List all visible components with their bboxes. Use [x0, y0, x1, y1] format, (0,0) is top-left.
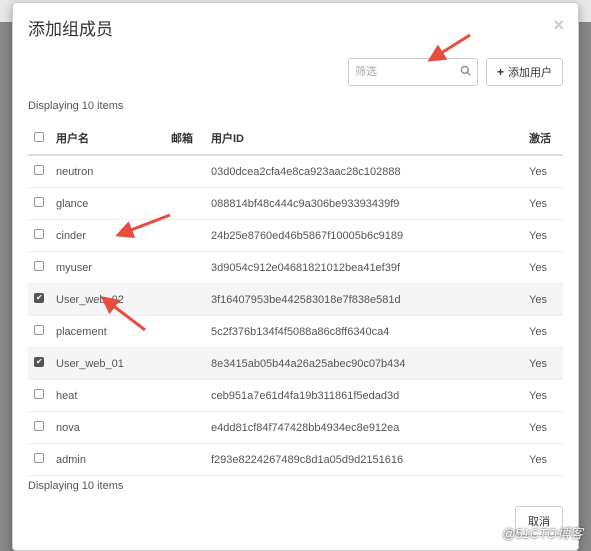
table-row[interactable]: nova e4dd81cf84f747428bb4934ec8e912eaYes: [28, 412, 563, 444]
add-members-modal: 添加组成员 × + 添加用户 Displaying 10 items 用户名 邮…: [12, 2, 579, 551]
cell-email: [165, 188, 205, 220]
cell-active: Yes: [523, 252, 563, 284]
row-checkbox[interactable]: [34, 421, 44, 431]
table-row[interactable]: placement 5c2f376b134f4f5088a86c8ff6340ca…: [28, 316, 563, 348]
cell-active: Yes: [523, 220, 563, 252]
cell-active: Yes: [523, 284, 563, 316]
close-icon[interactable]: ×: [553, 15, 564, 36]
row-checkbox[interactable]: [34, 357, 44, 367]
row-checkbox[interactable]: [34, 389, 44, 399]
header-email[interactable]: 邮箱: [165, 122, 205, 155]
row-checkbox[interactable]: [34, 293, 44, 303]
cell-username: admin: [50, 444, 165, 476]
cell-username: placement: [50, 316, 165, 348]
table-row[interactable]: User_web_01 8e3415ab05b44a26a25abec90c07b…: [28, 348, 563, 380]
watermark: @51CTO博客: [502, 523, 583, 542]
users-table: 用户名 邮箱 用户ID 激活 neutron 03d0dcea2cfa4e8ca9…: [28, 122, 563, 476]
header-active[interactable]: 激活: [523, 122, 563, 155]
cell-username: User_web_01: [50, 348, 165, 380]
search-icon[interactable]: [460, 65, 471, 79]
row-checkbox[interactable]: [34, 261, 44, 271]
cell-email: [165, 155, 205, 188]
cell-username: cinder: [50, 220, 165, 252]
cell-active: Yes: [523, 188, 563, 220]
cell-email: [165, 380, 205, 412]
cell-username: myuser: [50, 252, 165, 284]
header-username[interactable]: 用户名: [50, 122, 165, 155]
row-checkbox[interactable]: [34, 197, 44, 207]
cell-user-id: ceb951a7e61d4fa19b311861f5edad3d: [205, 380, 523, 412]
cell-email: [165, 252, 205, 284]
toolbar: + 添加用户: [13, 52, 578, 96]
table-row[interactable]: neutron 03d0dcea2cfa4e8ca923aac28c102888Y…: [28, 155, 563, 188]
table-row[interactable]: heat ceb951a7e61d4fa19b311861f5edad3dYes: [28, 380, 563, 412]
add-user-button[interactable]: + 添加用户: [486, 58, 563, 86]
cell-email: [165, 412, 205, 444]
cell-user-id: 5c2f376b134f4f5088a86c8ff6340ca4: [205, 316, 523, 348]
cell-user-id: f293e8224267489c8d1a05d9d2151616: [205, 444, 523, 476]
search-box[interactable]: [348, 58, 478, 86]
row-checkbox[interactable]: [34, 165, 44, 175]
table-row[interactable]: myuser 3d9054c912e04681821012bea41ef39fYe…: [28, 252, 563, 284]
cell-email: [165, 348, 205, 380]
cell-user-id: 3d9054c912e04681821012bea41ef39f: [205, 252, 523, 284]
cell-email: [165, 284, 205, 316]
modal-title: 添加组成员: [28, 15, 563, 40]
cell-user-id: 088814bf48c444c9a306be93393439f9: [205, 188, 523, 220]
row-checkbox[interactable]: [34, 325, 44, 335]
cell-active: Yes: [523, 348, 563, 380]
plus-icon: +: [497, 65, 504, 79]
item-count-bottom: Displaying 10 items: [13, 476, 578, 496]
table-header-row: 用户名 邮箱 用户ID 激活: [28, 122, 563, 155]
row-checkbox[interactable]: [34, 229, 44, 239]
cell-email: [165, 316, 205, 348]
modal-header: 添加组成员 ×: [13, 3, 578, 52]
cell-active: Yes: [523, 412, 563, 444]
table-row[interactable]: glance 088814bf48c444c9a306be93393439f9Ye…: [28, 188, 563, 220]
row-checkbox[interactable]: [34, 453, 44, 463]
cell-username: nova: [50, 412, 165, 444]
cell-user-id: 3f16407953be442583018e7f838e581d: [205, 284, 523, 316]
header-user-id[interactable]: 用户ID: [205, 122, 523, 155]
search-input[interactable]: [355, 66, 460, 78]
cell-active: Yes: [523, 444, 563, 476]
cell-email: [165, 220, 205, 252]
cell-active: Yes: [523, 316, 563, 348]
cell-email: [165, 444, 205, 476]
cell-username: User_web_02: [50, 284, 165, 316]
cell-active: Yes: [523, 380, 563, 412]
cell-active: Yes: [523, 155, 563, 188]
cell-user-id: e4dd81cf84f747428bb4934ec8e912ea: [205, 412, 523, 444]
table-row[interactable]: User_web_02 3f16407953be442583018e7f838e5…: [28, 284, 563, 316]
cell-username: glance: [50, 188, 165, 220]
modal-footer: 取消: [13, 496, 578, 538]
cell-user-id: 8e3415ab05b44a26a25abec90c07b434: [205, 348, 523, 380]
table-row[interactable]: admin f293e8224267489c8d1a05d9d2151616Yes: [28, 444, 563, 476]
cell-username: neutron: [50, 155, 165, 188]
cell-user-id: 24b25e8760ed46b5867f10005b6c9189: [205, 220, 523, 252]
header-checkbox[interactable]: [28, 122, 50, 155]
cell-user-id: 03d0dcea2cfa4e8ca923aac28c102888: [205, 155, 523, 188]
item-count-top: Displaying 10 items: [13, 96, 578, 116]
add-user-label: 添加用户: [508, 64, 552, 80]
cell-username: heat: [50, 380, 165, 412]
table-row[interactable]: cinder 24b25e8760ed46b5867f10005b6c9189Ye…: [28, 220, 563, 252]
